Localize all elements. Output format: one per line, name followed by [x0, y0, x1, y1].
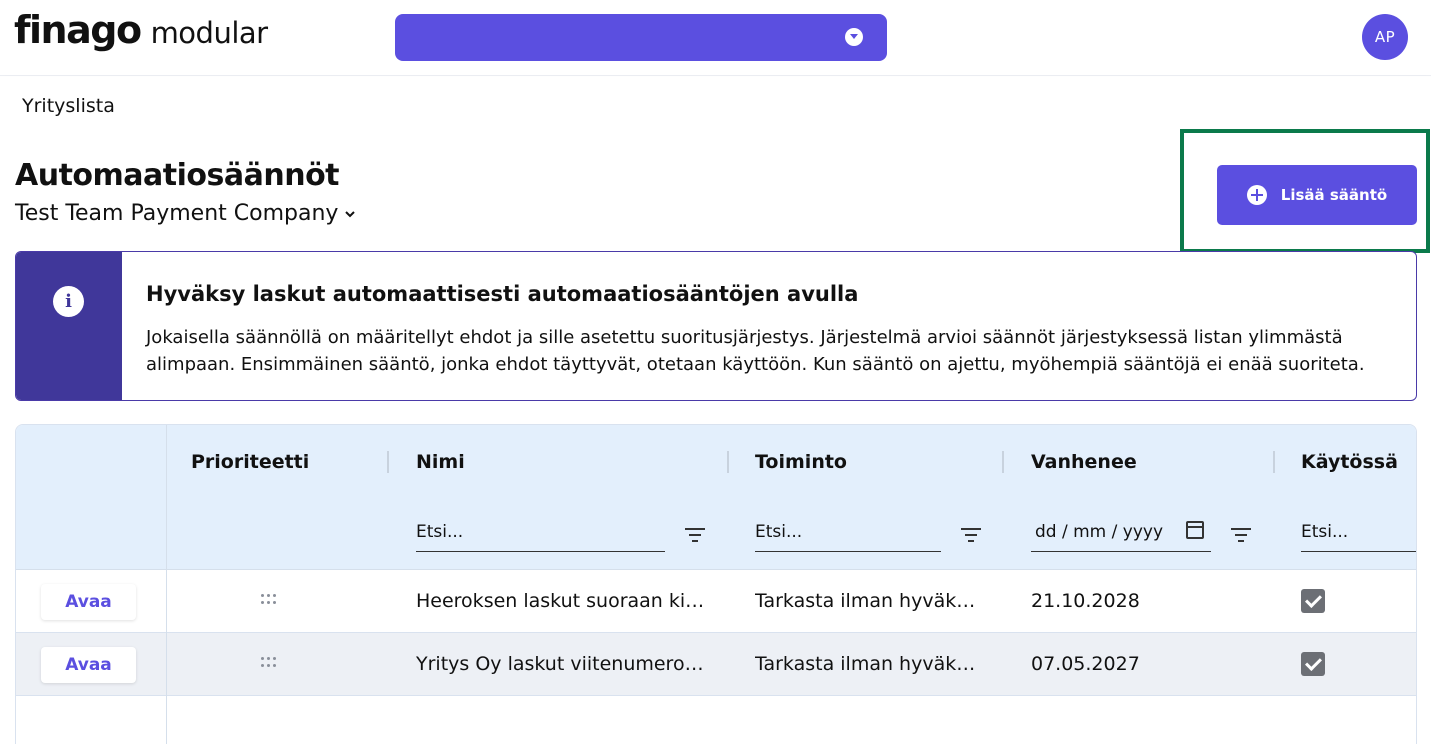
column-header-expires[interactable]: Vanhenee: [1031, 451, 1137, 473]
rule-name: Yritys Oy laskut viitenumero perusteella: [416, 653, 706, 675]
chevron-down-icon: [345, 210, 356, 217]
date-filter-input[interactable]: dd / mm / yyyy: [1031, 522, 1211, 552]
column-header-name[interactable]: Nimi: [416, 451, 465, 473]
company-selector[interactable]: [395, 14, 887, 61]
info-icon: i: [53, 286, 84, 317]
company-list-link[interactable]: Yrityslista: [22, 95, 115, 117]
info-banner: i Hyväksy laskut automaattisesti automaa…: [15, 251, 1417, 401]
enabled-checkbox[interactable]: [1301, 589, 1325, 613]
app-logo[interactable]: finago modular: [14, 8, 268, 64]
rule-action: Tarkasta ilman hyväksyntää: [755, 590, 981, 612]
info-banner-side: i: [16, 252, 122, 400]
company-dropdown[interactable]: Test Team Payment Company: [15, 201, 356, 226]
column-separator[interactable]: [1002, 451, 1004, 473]
table-row: Avaa Yritys Oy laskut viitenumero perust…: [16, 633, 1416, 696]
company-name: Test Team Payment Company: [15, 201, 339, 226]
info-text: Jokaisella säännöllä on määritellyt ehdo…: [146, 327, 1365, 375]
column-divider: [166, 425, 167, 744]
page-title: Automaatiosäännöt: [15, 158, 340, 193]
column-separator[interactable]: [1273, 451, 1275, 473]
column-header-action[interactable]: Toiminto: [755, 451, 847, 473]
filter-icon[interactable]: [685, 526, 705, 544]
enabled-filter-input[interactable]: Etsi...: [1301, 522, 1416, 552]
rule-expires: 21.10.2028: [1031, 590, 1140, 612]
drag-handle-icon[interactable]: [261, 594, 281, 606]
filter-icon[interactable]: [1231, 526, 1251, 544]
rule-action: Tarkasta ilman hyväksyntää: [755, 653, 981, 675]
plus-circle-icon: [1246, 185, 1267, 205]
info-title: Hyväksy laskut automaattisesti automaati…: [146, 282, 859, 306]
top-bar: finago modular AP: [0, 0, 1431, 76]
logo-product: modular: [150, 16, 269, 50]
add-rule-button[interactable]: Lisää sääntö: [1217, 165, 1417, 225]
logo-brand: finago: [14, 8, 142, 52]
table-header: Prioriteetti Nimi Toiminto Vanhenee Käyt…: [16, 425, 1416, 570]
column-header-enabled[interactable]: Käytössä: [1301, 451, 1398, 473]
main-content: Automaatiosäännöt Test Team Payment Comp…: [0, 129, 1431, 744]
enabled-checkbox[interactable]: [1301, 652, 1325, 676]
add-rule-label: Lisää sääntö: [1280, 186, 1388, 204]
name-filter-input[interactable]: Etsi...: [416, 522, 665, 552]
open-button[interactable]: Avaa: [41, 584, 136, 620]
column-header-priority[interactable]: Prioriteetti: [191, 451, 309, 473]
rule-name: Heeroksen laskut suoraan kirjanpitoon: [416, 590, 706, 612]
open-button[interactable]: Avaa: [41, 647, 136, 683]
filter-icon[interactable]: [961, 526, 981, 544]
table-row: Avaa Heeroksen laskut suoraan kirjanpito…: [16, 570, 1416, 633]
action-filter-input[interactable]: Etsi...: [755, 522, 941, 552]
column-separator[interactable]: [727, 451, 729, 473]
rules-table: Prioriteetti Nimi Toiminto Vanhenee Käyt…: [15, 424, 1417, 744]
calendar-icon[interactable]: [1186, 521, 1204, 539]
column-separator[interactable]: [387, 451, 389, 473]
drag-handle-icon[interactable]: [261, 657, 281, 669]
user-avatar[interactable]: AP: [1362, 14, 1408, 60]
chevron-down-icon: [845, 28, 863, 46]
rule-expires: 07.05.2027: [1031, 653, 1140, 675]
